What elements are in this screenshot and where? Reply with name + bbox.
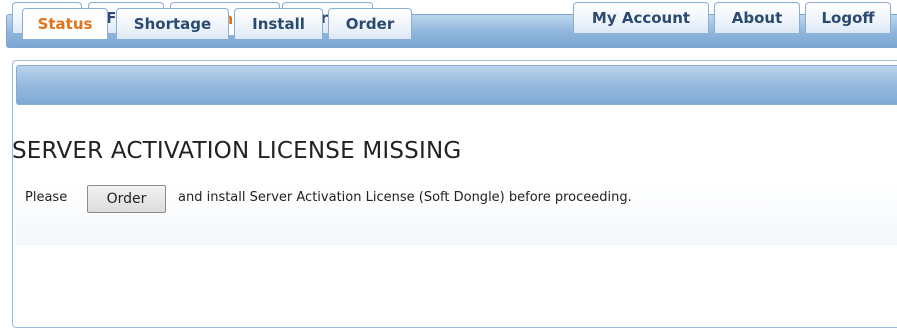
subtab-shortage[interactable]: Shortage xyxy=(116,8,229,39)
subtab-status[interactable]: Status xyxy=(22,8,108,39)
message-prefix: Please xyxy=(25,190,68,205)
page-title: SERVER ACTIVATION LICENSE MISSING xyxy=(12,138,462,164)
message-suffix: and install Server Activation License (S… xyxy=(178,190,632,205)
tab-my-account[interactable]: My Account xyxy=(573,2,709,33)
content-body xyxy=(16,105,897,245)
tab-logoff[interactable]: Logoff xyxy=(805,2,891,33)
subtab-install[interactable]: Install xyxy=(234,8,323,39)
sub-tab-bar xyxy=(16,65,897,105)
order-button[interactable]: Order xyxy=(87,185,166,213)
tab-about[interactable]: About xyxy=(714,2,800,33)
subtab-order[interactable]: Order xyxy=(328,8,412,39)
